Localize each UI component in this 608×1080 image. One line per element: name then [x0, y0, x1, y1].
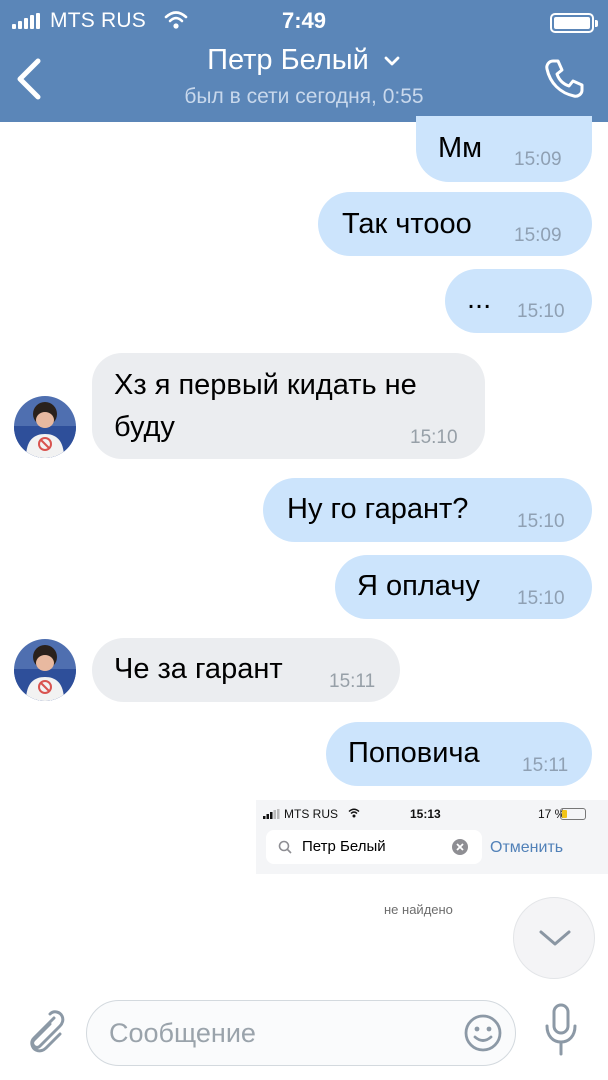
clear-icon[interactable] [452, 839, 468, 855]
search-field[interactable]: Петр Белый [266, 830, 482, 864]
message-time: 15:09 [514, 149, 562, 170]
attached-screenshot[interactable]: MTS RUS 15:13 17 % Петр Белый Отменить [256, 800, 608, 874]
message-incoming[interactable]: Че за гарант 15:11 [92, 638, 400, 702]
message-time: 15:10 [517, 511, 565, 532]
message-outgoing[interactable]: ... 15:10 [445, 269, 592, 333]
signal-icon [263, 809, 280, 819]
contact-name-text: Петр Белый [207, 44, 369, 76]
scroll-down-button[interactable] [513, 897, 595, 979]
search-icon [278, 840, 292, 854]
message-outgoing[interactable]: Поповича 15:11 [326, 722, 592, 786]
chat-header: MTS RUS 7:49 Петр Белый был в сети сегод… [0, 0, 608, 122]
status-time: 7:49 [281, 8, 327, 33]
message-incoming[interactable]: Хз я первый кидать не буду 15:10 [92, 353, 485, 459]
scroll-down-icon [539, 930, 571, 946]
smile-icon[interactable] [463, 1013, 503, 1053]
avatar[interactable] [14, 396, 76, 458]
paperclip-icon[interactable] [20, 1008, 66, 1058]
message-text: Че за гарант [114, 653, 283, 685]
chevron-down-icon [384, 56, 400, 66]
message-text: ... [467, 283, 492, 315]
message-time: 15:10 [517, 588, 565, 609]
phone-icon[interactable] [542, 57, 586, 101]
contact-name[interactable]: Петр Белый [0, 44, 608, 77]
message-input[interactable]: Сообщение [86, 1000, 516, 1066]
message-time: 15:09 [514, 225, 562, 246]
battery-icon [560, 808, 586, 820]
message-text: Ну го гарант? [287, 493, 469, 525]
screenshot-carrier: MTS RUS [284, 807, 338, 821]
wifi-icon [348, 808, 360, 818]
message-text-line: Хз я первый кидать не [114, 369, 417, 401]
message-text: Мм [438, 132, 483, 164]
message-input-placeholder: Сообщение [109, 1018, 256, 1048]
message-text: Поповича [348, 737, 480, 769]
cancel-button[interactable]: Отменить [490, 839, 563, 857]
avatar[interactable] [14, 639, 76, 701]
message-time: 15:11 [329, 671, 376, 692]
not-found-label: не найдено [384, 902, 453, 917]
message-composer: Сообщение [0, 990, 608, 1080]
message-outgoing[interactable]: Мм 15:09 [416, 116, 592, 182]
microphone-icon[interactable] [542, 1002, 580, 1058]
message-outgoing[interactable]: Ну го гарант? 15:10 [263, 478, 592, 542]
message-text-line: буду [114, 411, 175, 443]
message-text: Так чтооо [342, 208, 472, 240]
message-time: 15:10 [517, 301, 565, 322]
message-time: 15:11 [522, 755, 569, 776]
status-bar: MTS RUS 7:49 [0, 6, 608, 36]
screenshot-status-bar: MTS RUS 15:13 17 % [256, 806, 608, 824]
last-seen: был в сети сегодня, 0:55 [184, 85, 424, 108]
screenshot-time: 15:13 [410, 807, 441, 821]
battery-icon [550, 13, 598, 33]
search-value: Петр Белый [302, 838, 386, 855]
message-outgoing[interactable]: Я оплачу 15:10 [335, 555, 592, 619]
message-text: Я оплачу [357, 570, 480, 602]
message-time: 15:10 [410, 427, 458, 448]
message-outgoing[interactable]: Так чтооо 15:09 [318, 192, 592, 256]
